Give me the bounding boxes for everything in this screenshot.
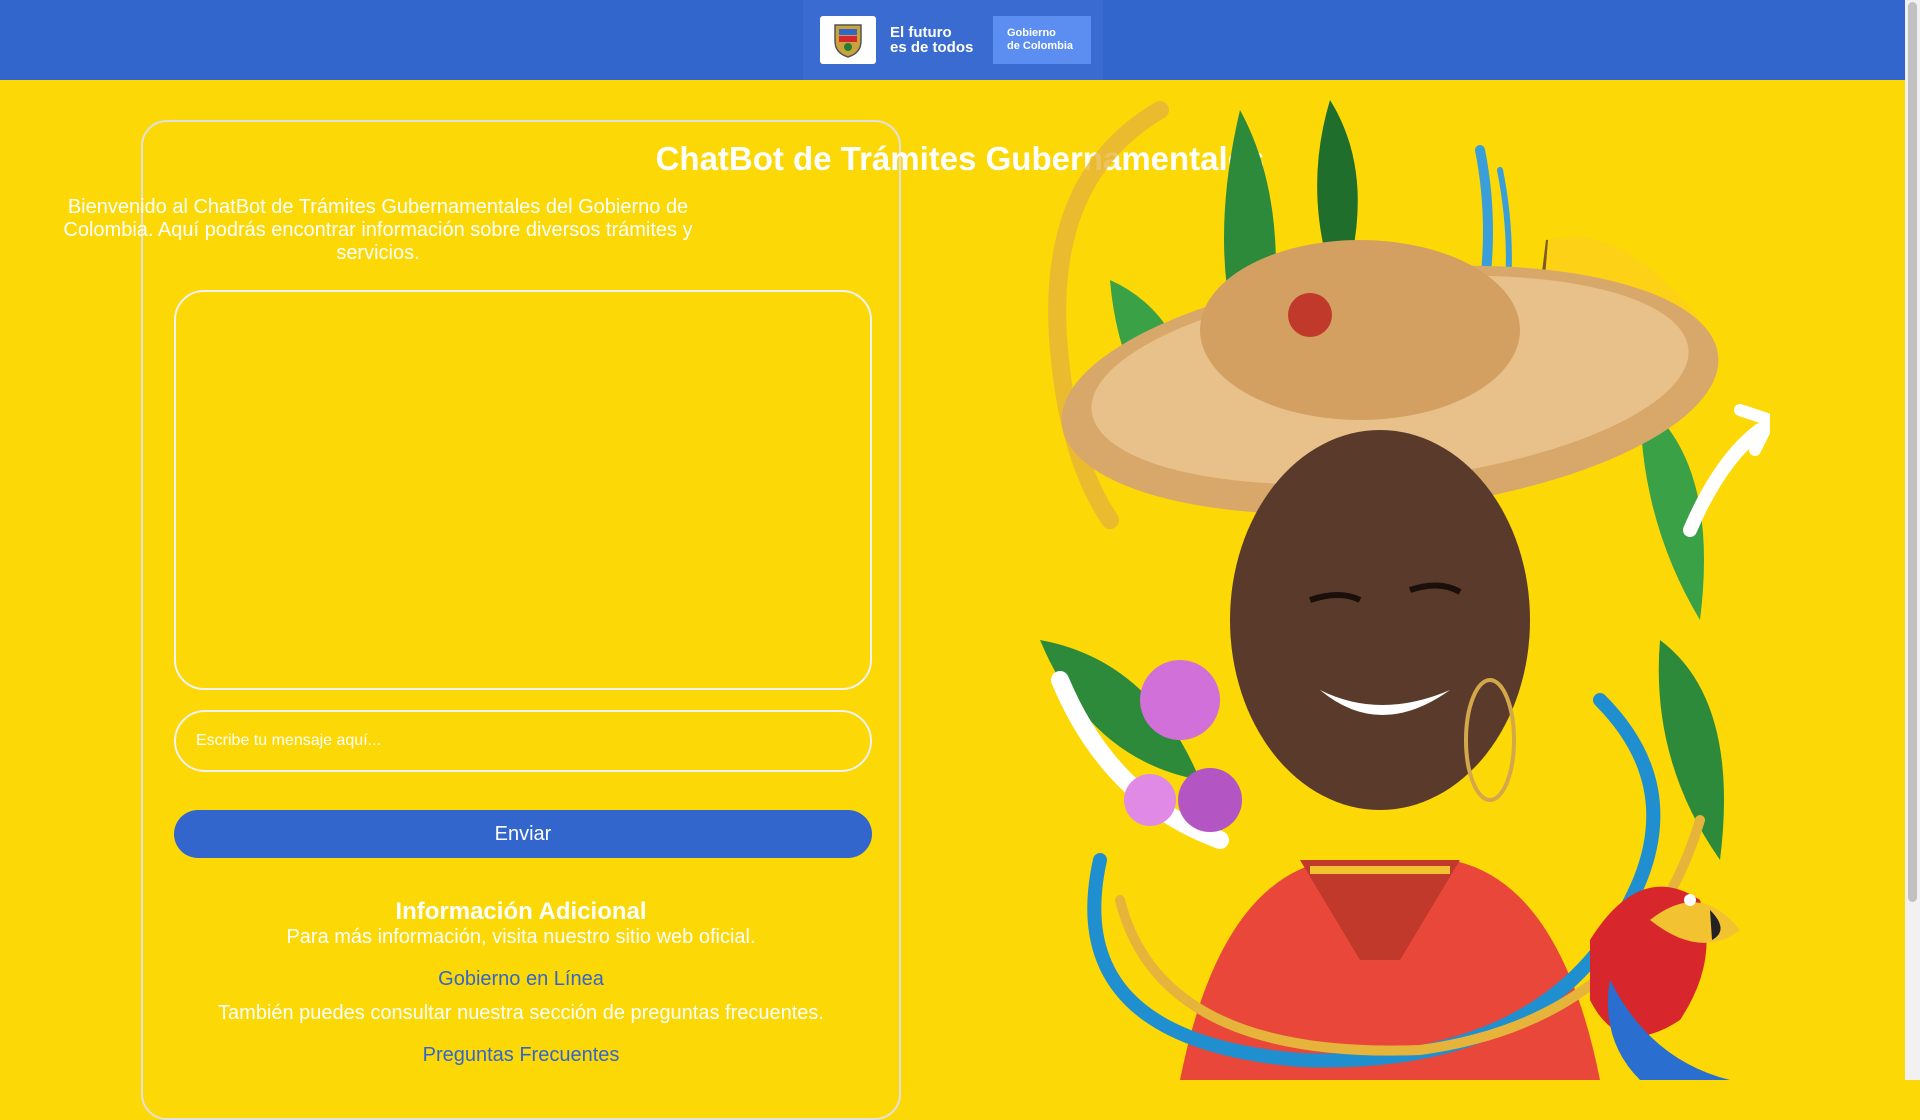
logo-slogan: El futuro es de todos — [890, 25, 986, 55]
logo-slogan-line2: es de todos — [890, 39, 974, 56]
logo-gobierno-badge: Gobierno de Colombia — [993, 16, 1091, 64]
macaw-icon — [1590, 886, 1740, 1080]
gobierno-en-linea-link[interactable]: Gobierno en Línea — [141, 968, 901, 991]
preguntas-frecuentes-link[interactable]: Preguntas Frecuentes — [141, 1044, 901, 1067]
message-input[interactable] — [174, 710, 872, 772]
logo-slogan-line1: El futuro — [890, 24, 952, 41]
chat-messages-area[interactable] — [174, 290, 872, 690]
hero-illustration — [1040, 100, 1770, 1080]
intro-text: Bienvenido al ChatBot de Trámites Gubern… — [63, 196, 693, 264]
top-bar: El futuro es de todos Gobierno de Colomb… — [0, 0, 1905, 80]
coat-of-arms-icon — [820, 16, 876, 64]
send-button[interactable]: Enviar — [174, 810, 872, 858]
gobierno-logo[interactable]: El futuro es de todos Gobierno de Colomb… — [803, 0, 1103, 80]
scrollbar-thumb[interactable] — [1908, 2, 1917, 902]
logo-gov-line2: de Colombia — [1007, 40, 1074, 52]
logo-gov-line1: Gobierno — [1007, 27, 1056, 39]
